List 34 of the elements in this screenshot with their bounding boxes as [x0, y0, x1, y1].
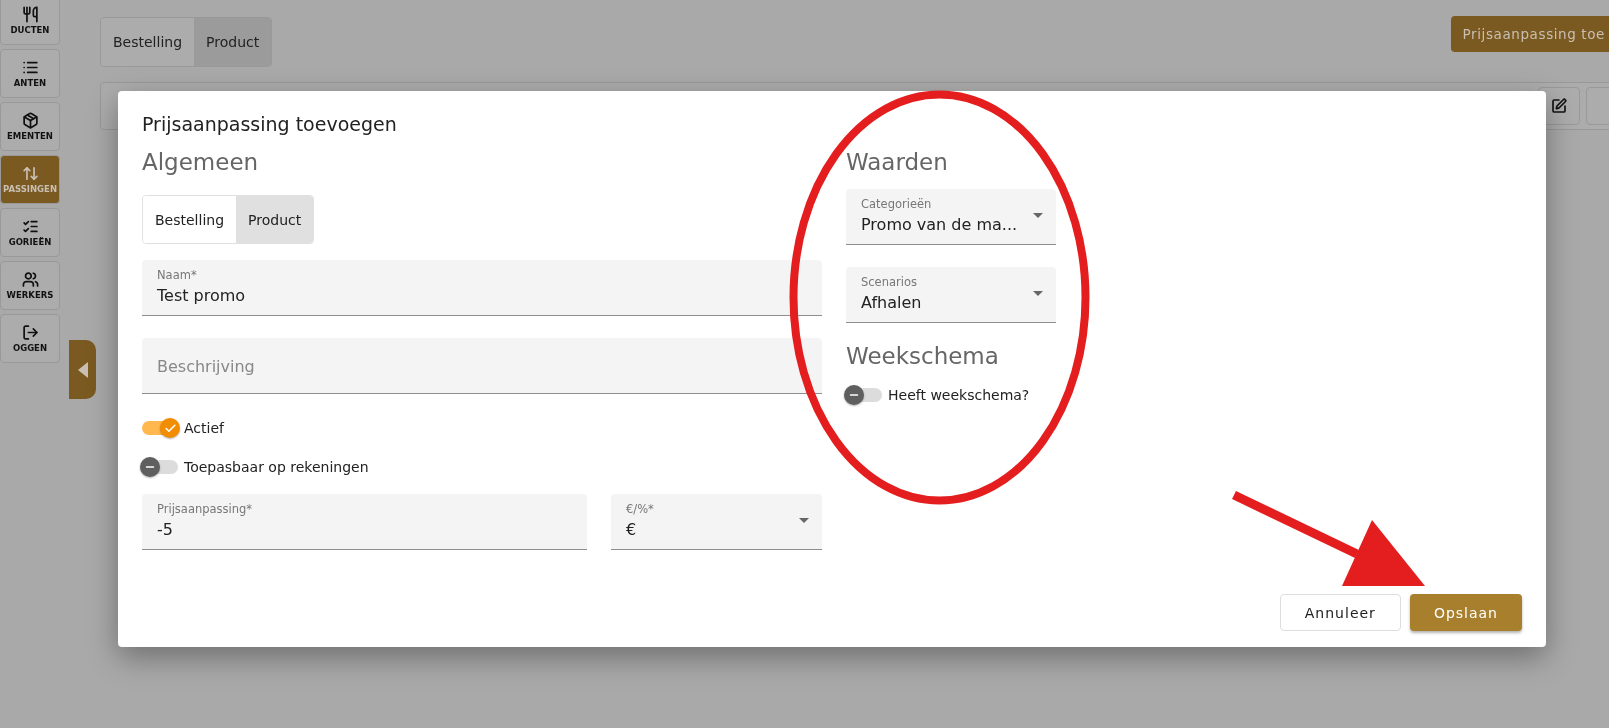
select-field[interactable]: Categorieën Promo van de ma...: [846, 189, 1056, 245]
add-price-adjustment-button[interactable]: Prijsaanpassing toe: [1450, 16, 1609, 52]
collapse-sidebar-button[interactable]: [69, 340, 96, 399]
toggle-label: Heeft weekschema?: [888, 387, 1030, 403]
toggle-switch[interactable]: [846, 388, 882, 402]
toggle-switch[interactable]: [142, 460, 178, 474]
edit-icon: [1551, 98, 1567, 114]
toggle-label: Actief: [184, 420, 224, 436]
sidebar-item[interactable]: ANTEN: [0, 49, 60, 98]
select-field[interactable]: Scenarios Afhalen: [846, 267, 1056, 323]
section-heading: Algemeen: [142, 149, 260, 175]
sidebar-item[interactable]: GORIEËN: [0, 208, 60, 257]
input-field[interactable]: Prijsaanpassing* -5: [142, 494, 587, 550]
sidebar-item[interactable]: PASSINGEN: [0, 155, 60, 204]
dropdown-caret-icon: [1033, 291, 1043, 296]
tab[interactable]: Product: [194, 18, 272, 66]
section-heading: Weekschema: [846, 343, 1000, 369]
triangle-left-icon: [77, 361, 88, 378]
dropdown-caret-icon: [1033, 213, 1043, 218]
sidebar-item[interactable]: WERKERS: [0, 261, 60, 310]
save-button[interactable]: Opslaan: [1409, 594, 1522, 631]
sidebar-item[interactable]: EMENTEN: [0, 102, 60, 151]
select-field[interactable]: €/%* €: [611, 494, 822, 550]
sidebar-item[interactable]: OGGEN: [0, 314, 60, 363]
sidebar-item[interactable]: DUCTEN: [0, 0, 60, 45]
section-heading: Waarden: [846, 149, 949, 175]
check-icon: [163, 421, 177, 435]
cancel-button[interactable]: Annuleer: [1279, 594, 1401, 631]
input-field[interactable]: Naam* Test promo: [142, 260, 822, 316]
tab[interactable]: Product: [236, 196, 314, 243]
toggle-switch[interactable]: [142, 421, 178, 435]
dialog-title: Prijsaanpassing toevoegen: [142, 113, 398, 135]
toggle-label: Toepasbaar op rekeningen: [184, 459, 369, 475]
dropdown-caret-icon: [799, 518, 809, 523]
